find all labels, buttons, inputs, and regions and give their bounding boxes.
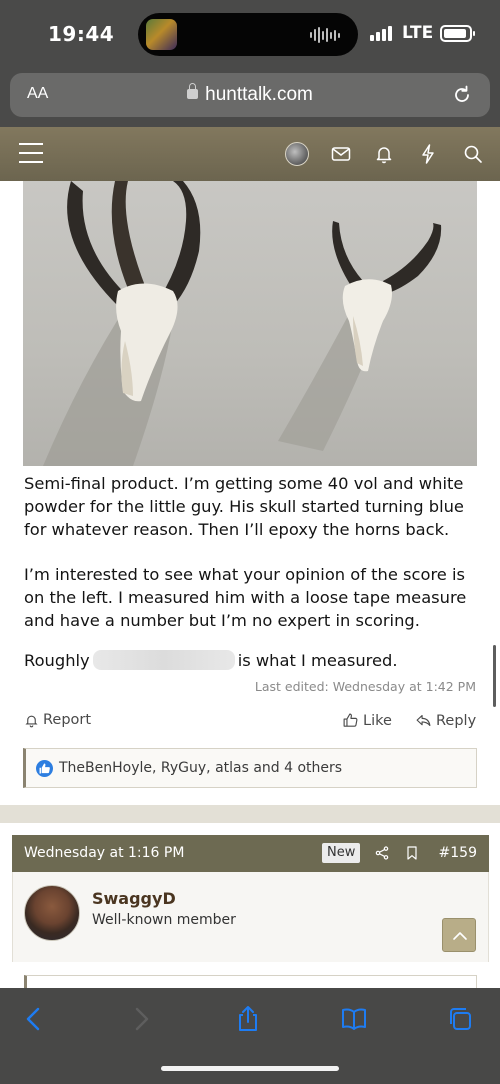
post-actions: Report Like Reply (24, 712, 476, 734)
browser-address-area: AA hunttalk.com (0, 68, 500, 127)
avatar[interactable] (24, 885, 80, 941)
username[interactable]: SwaggyD (92, 889, 176, 908)
forward-icon[interactable] (126, 1004, 156, 1034)
post-number[interactable]: #159 (439, 845, 477, 861)
reply-label: Reply (436, 712, 477, 729)
audio-wave-icon (310, 27, 340, 43)
signal-icon (370, 26, 392, 41)
post-photo[interactable] (23, 181, 477, 466)
post-date[interactable]: Wednesday at 1:16 PM (24, 845, 184, 861)
reactions-bar[interactable]: TheBenHoyle, RyGuy, atlas and 4 others (23, 748, 477, 788)
new-badge: New (322, 843, 361, 863)
back-icon[interactable] (19, 1004, 49, 1034)
battery-icon (440, 25, 475, 42)
search-icon[interactable] (461, 142, 485, 166)
post: Semi-final product. I’m getting some 40 … (0, 181, 500, 805)
last-edited: Last edited: Wednesday at 1:42 PM (254, 679, 476, 694)
bell-icon[interactable] (372, 142, 396, 166)
roughly-prefix: Roughly (24, 651, 90, 670)
like-button[interactable]: Like (342, 712, 392, 729)
home-indicator (161, 1066, 339, 1071)
now-playing-artwork (146, 19, 177, 50)
user-avatar[interactable] (285, 142, 309, 166)
address-bar[interactable]: AA hunttalk.com (10, 73, 490, 117)
report-button[interactable]: Report (24, 712, 91, 728)
bell-icon (25, 715, 38, 727)
user-box: SwaggyD Well-known member (12, 872, 489, 962)
hamburger-icon[interactable] (19, 143, 43, 163)
post-paragraph-1: Semi-final product. I’m getting some 40 … (24, 474, 464, 539)
reactions-text[interactable]: TheBenHoyle, RyGuy, atlas and 4 others (59, 760, 342, 776)
url-text: hunttalk.com (205, 84, 313, 105)
user-title: Well-known member (92, 912, 236, 928)
url-field[interactable]: hunttalk.com (10, 83, 490, 106)
dynamic-island (138, 13, 358, 56)
status-time: 19:44 (48, 22, 115, 46)
reply-button[interactable]: Reply (415, 712, 476, 729)
like-label: Like (363, 712, 392, 729)
post-paragraph-3: Roughly is what I measured. (24, 649, 476, 672)
reply-icon (416, 714, 431, 727)
bookmarks-icon[interactable] (339, 1004, 369, 1034)
lightning-icon[interactable] (416, 142, 440, 166)
bookmark-icon[interactable] (404, 845, 420, 861)
mail-icon[interactable] (329, 142, 353, 166)
roughly-suffix: is what I measured. (237, 651, 398, 670)
redacted-score (92, 650, 235, 670)
scroll-top-button[interactable] (442, 918, 476, 952)
network-type: LTE (402, 23, 434, 43)
tabs-icon[interactable] (445, 1004, 475, 1034)
site-nav (0, 127, 500, 181)
like-reaction-icon (36, 760, 53, 777)
post-header: Wednesday at 1:16 PM New #159 (12, 835, 489, 872)
post-paragraph-2: I’m interested to see what your opinion … (24, 565, 467, 630)
lock-icon (187, 83, 199, 99)
post-separator (0, 805, 500, 823)
chevron-up-icon (453, 932, 467, 940)
reload-icon[interactable] (450, 83, 474, 107)
share-icon[interactable] (374, 845, 390, 861)
next-post-body (24, 975, 477, 989)
status-bar: 19:44 LTE (0, 0, 500, 68)
share-icon[interactable] (233, 1004, 263, 1034)
report-label: Report (43, 712, 92, 728)
scrollbar[interactable] (493, 645, 496, 707)
thumbs-up-icon (343, 713, 358, 727)
